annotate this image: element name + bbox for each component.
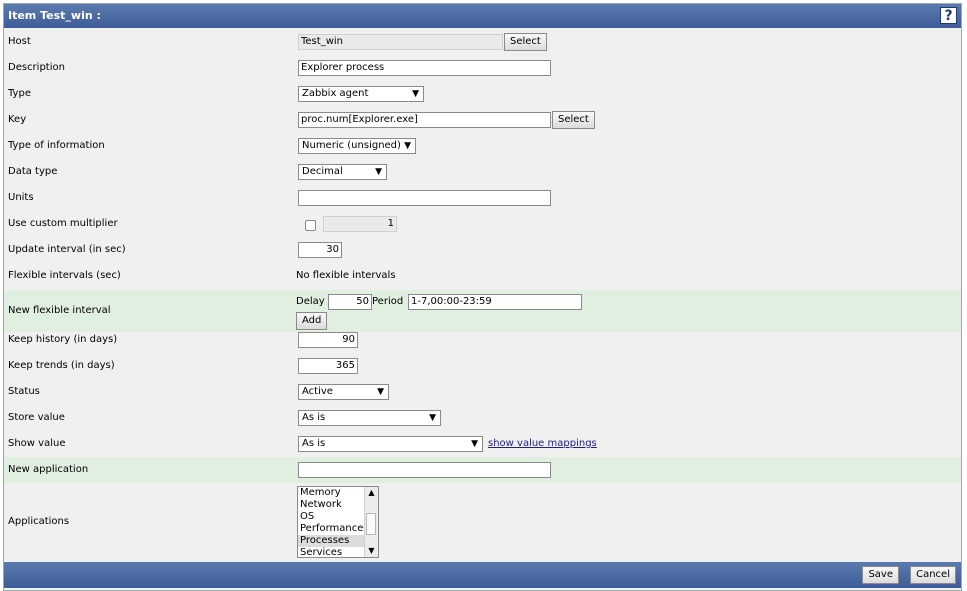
new-application-input[interactable]	[298, 462, 551, 478]
chevron-down-icon: ▼	[404, 141, 411, 151]
store-value-select[interactable]: As is ▼	[298, 410, 441, 426]
chevron-down-icon: ▼	[471, 439, 478, 449]
host-input[interactable]: Test_win	[298, 34, 503, 50]
units-input[interactable]	[298, 190, 551, 206]
keep-trends-label: Keep trends (in days)	[8, 360, 115, 371]
delay-input[interactable]: 50	[328, 294, 372, 310]
form-title-bar: Item Test_win : ?	[4, 4, 961, 28]
applications-label: Applications	[8, 516, 70, 527]
row-store-value: Store value As is ▼	[4, 405, 961, 431]
status-select[interactable]: Active ▼	[298, 384, 389, 400]
data-type-select[interactable]: Decimal ▼	[298, 164, 387, 180]
key-input[interactable]: proc.num[Explorer.exe]	[298, 112, 551, 128]
row-keep-trends: Keep trends (in days) 365	[4, 353, 961, 379]
keep-history-input[interactable]: 90	[298, 332, 358, 348]
save-button[interactable]: Save	[862, 566, 899, 584]
listbox-scrollbar[interactable]: ▲ ▼	[364, 487, 378, 557]
flexible-intervals-value: No flexible intervals	[296, 270, 396, 281]
chevron-down-icon: ▼	[429, 413, 436, 423]
row-keep-history: Keep history (in days) 90	[4, 327, 961, 353]
cancel-button[interactable]: Cancel	[910, 566, 956, 584]
period-input[interactable]: 1-7,00:00-23:59	[408, 294, 582, 310]
flexible-intervals-label: Flexible intervals (sec)	[8, 270, 121, 281]
status-label: Status	[8, 386, 40, 397]
help-icon[interactable]: ?	[940, 7, 957, 24]
key-label: Key	[8, 114, 27, 125]
data-type-value: Decimal	[302, 166, 343, 177]
chevron-down-icon: ▼	[377, 387, 384, 397]
row-custom-multiplier: Use custom multiplier 1	[4, 211, 961, 237]
show-value-label: Show value	[8, 438, 66, 449]
scroll-up-icon[interactable]: ▲	[365, 487, 378, 499]
description-label: Description	[8, 62, 65, 73]
type-select[interactable]: Zabbix agent ▼	[298, 86, 424, 102]
chevron-down-icon: ▼	[412, 89, 419, 99]
new-flexible-interval-label: New flexible interval	[8, 305, 111, 316]
custom-multiplier-label: Use custom multiplier	[8, 218, 118, 229]
type-of-information-value: Numeric (unsigned)	[302, 140, 401, 151]
custom-multiplier-input[interactable]: 1	[323, 216, 397, 232]
keep-trends-input[interactable]: 365	[298, 358, 358, 374]
type-of-information-label: Type of information	[8, 140, 105, 151]
store-value-value: As is	[302, 412, 326, 423]
row-applications: Applications Memory Network OS Performan…	[4, 483, 961, 561]
row-units: Units	[4, 185, 961, 211]
units-label: Units	[8, 192, 34, 203]
custom-multiplier-checkbox[interactable]	[305, 220, 316, 231]
row-show-value: Show value As is ▼ show value mappings	[4, 431, 961, 457]
type-of-information-select[interactable]: Numeric (unsigned) ▼	[298, 138, 416, 154]
host-select-button[interactable]: Select	[504, 33, 547, 51]
form-title: Item Test_win :	[8, 9, 101, 22]
row-key: Key proc.num[Explorer.exe] Select	[4, 107, 961, 133]
row-description: Description Explorer process	[4, 55, 961, 81]
applications-listbox[interactable]: Memory Network OS Performance Processes …	[297, 486, 379, 558]
show-value-value: As is	[302, 438, 326, 449]
show-value-select[interactable]: As is ▼	[298, 436, 483, 452]
show-value-mappings-link[interactable]: show value mappings	[488, 431, 597, 457]
key-select-button[interactable]: Select	[552, 111, 595, 129]
row-type-of-information: Type of information Numeric (unsigned) ▼	[4, 133, 961, 159]
store-value-label: Store value	[8, 412, 65, 423]
row-host: Host Test_win Select	[4, 29, 961, 55]
scroll-thumb[interactable]	[366, 513, 376, 535]
scroll-down-icon[interactable]: ▼	[365, 545, 378, 557]
form-footer: Save Cancel	[4, 562, 961, 588]
period-label: Period	[372, 296, 404, 307]
row-update-interval: Update interval (in sec) 30	[4, 237, 961, 263]
type-label: Type	[8, 88, 31, 99]
update-interval-input[interactable]: 30	[298, 242, 342, 258]
row-flexible-intervals: Flexible intervals (sec) No flexible int…	[4, 263, 961, 289]
row-data-type: Data type Decimal ▼	[4, 159, 961, 185]
chevron-down-icon: ▼	[375, 167, 382, 177]
row-type: Type Zabbix agent ▼	[4, 81, 961, 107]
row-new-flexible-interval: New flexible interval Delay 50 Period 1-…	[4, 290, 961, 332]
row-status: Status Active ▼	[4, 379, 961, 405]
type-select-value: Zabbix agent	[302, 88, 369, 99]
description-input[interactable]: Explorer process	[298, 60, 551, 76]
update-interval-label: Update interval (in sec)	[8, 244, 126, 255]
keep-history-label: Keep history (in days)	[8, 334, 118, 345]
item-form-window: Item Test_win : ? Host Test_win Select D…	[3, 3, 962, 591]
delay-label: Delay	[296, 296, 325, 307]
status-value: Active	[302, 386, 333, 397]
row-new-application: New application	[4, 457, 961, 483]
host-label: Host	[8, 36, 31, 47]
data-type-label: Data type	[8, 166, 58, 177]
new-application-label: New application	[8, 464, 89, 475]
